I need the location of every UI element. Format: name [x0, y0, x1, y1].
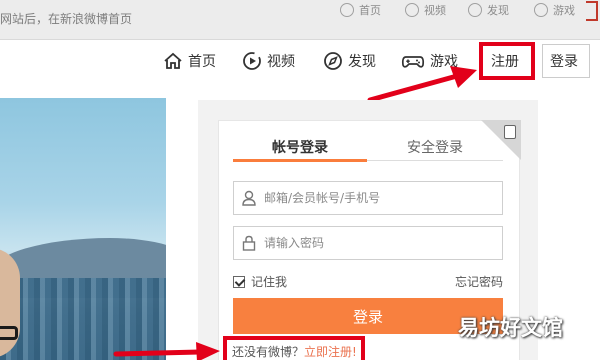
top-strip: 网站后，在新浪微博首页 首页 视频 发现 游戏 [0, 0, 600, 40]
nav-login-label: 登录 [550, 54, 578, 70]
remember-label: 记住我 [251, 275, 288, 289]
video-icon [243, 52, 261, 70]
faded-nav-home: 首页 [340, 2, 381, 18]
forgot-password-link[interactable]: 忘记密码 [455, 273, 503, 290]
home-icon [340, 3, 354, 17]
signup-prompt: 还没有微博？立即注册! [232, 343, 357, 360]
register-now-link[interactable]: 立即注册! [304, 345, 357, 359]
register-highlight-box [479, 42, 535, 80]
page: 网站后，在新浪微博首页 首页 视频 发现 游戏 首页 视频 发现 游戏 注册 登… [0, 0, 600, 360]
discover-icon [324, 52, 342, 70]
background-photo [0, 98, 166, 360]
photo-glasses [0, 326, 18, 340]
highlight-box-corner [586, 1, 598, 21]
tab-account-login[interactable]: 帐号登录 [272, 137, 328, 157]
password-input[interactable] [264, 236, 494, 250]
red-arrow-signup [113, 342, 220, 360]
top-tip-text: 网站后，在新浪微博首页 [0, 12, 133, 26]
nav-video[interactable]: 视频 [242, 48, 295, 74]
remember-checkbox[interactable] [233, 275, 245, 288]
game-icon [534, 3, 548, 17]
discover-icon [468, 3, 482, 17]
qr-code-icon [504, 125, 516, 139]
active-tab-underline [233, 159, 367, 162]
video-icon [405, 3, 419, 17]
username-field[interactable] [233, 181, 503, 215]
nav-home[interactable]: 首页 [163, 48, 216, 74]
faded-nav-video: 视频 [405, 2, 446, 18]
home-icon [164, 52, 182, 69]
no-account-text: 还没有微博？ [232, 345, 305, 359]
faded-nav-discover: 发现 [468, 2, 509, 18]
remember-me[interactable]: 记住我 [233, 273, 287, 290]
username-input[interactable] [264, 191, 494, 205]
tab-secure-login[interactable]: 安全登录 [407, 137, 463, 157]
faded-nav-game: 游戏 [534, 2, 575, 18]
password-field[interactable] [233, 226, 503, 260]
nav-home-label: 首页 [188, 54, 216, 70]
nav-login[interactable]: 登录 [550, 48, 578, 74]
watermark: 易坊好文馆 [458, 316, 563, 340]
nav-video-label: 视频 [267, 54, 295, 70]
qr-login-toggle[interactable] [481, 120, 521, 160]
user-icon [234, 190, 264, 206]
lock-icon [234, 235, 264, 251]
